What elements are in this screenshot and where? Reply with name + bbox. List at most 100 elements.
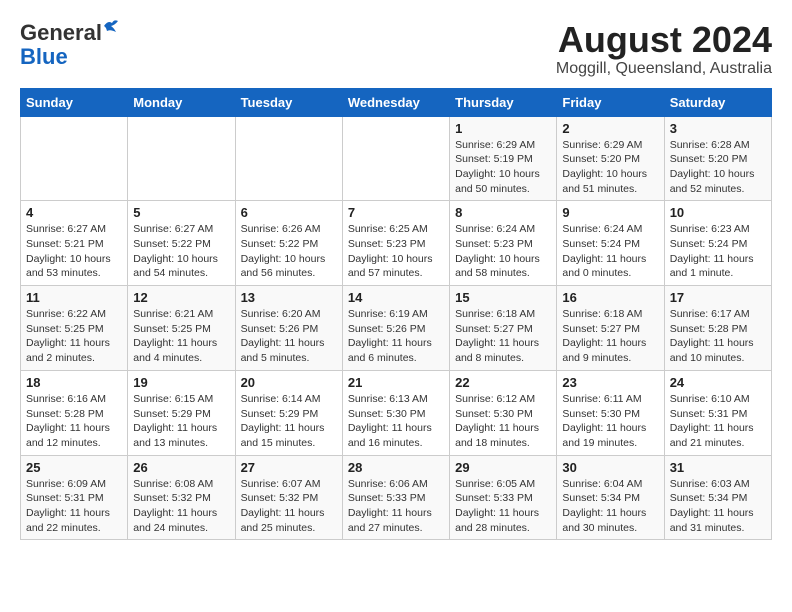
- day-number: 26: [133, 460, 229, 475]
- day-info: Sunrise: 6:10 AMSunset: 5:31 PMDaylight:…: [670, 392, 766, 451]
- day-number: 15: [455, 290, 551, 305]
- day-info: Sunrise: 6:19 AMSunset: 5:26 PMDaylight:…: [348, 307, 444, 366]
- day-info: Sunrise: 6:21 AMSunset: 5:25 PMDaylight:…: [133, 307, 229, 366]
- calendar-header-row: Sunday Monday Tuesday Wednesday Thursday…: [21, 88, 772, 116]
- day-number: 6: [241, 205, 337, 220]
- day-number: 5: [133, 205, 229, 220]
- day-info: Sunrise: 6:14 AMSunset: 5:29 PMDaylight:…: [241, 392, 337, 451]
- day-number: 14: [348, 290, 444, 305]
- table-row: 9Sunrise: 6:24 AMSunset: 5:24 PMDaylight…: [557, 201, 664, 286]
- day-info: Sunrise: 6:25 AMSunset: 5:23 PMDaylight:…: [348, 222, 444, 281]
- day-info: Sunrise: 6:05 AMSunset: 5:33 PMDaylight:…: [455, 477, 551, 536]
- day-info: Sunrise: 6:18 AMSunset: 5:27 PMDaylight:…: [455, 307, 551, 366]
- day-info: Sunrise: 6:15 AMSunset: 5:29 PMDaylight:…: [133, 392, 229, 451]
- location-subtitle: Moggill, Queensland, Australia: [556, 60, 772, 78]
- table-row: 24 Sunrise: 6:10 AMSunset: 5:31 PMDayligh…: [664, 370, 771, 455]
- day-number: 2: [562, 121, 658, 136]
- day-info: Sunrise: 6:11 AMSunset: 5:30 PMDaylight:…: [562, 392, 658, 451]
- table-row: 3 Sunrise: 6:28 AMSunset: 5:20 PMDaylight…: [664, 116, 771, 201]
- day-number: 3: [670, 121, 766, 136]
- day-number: 7: [348, 205, 444, 220]
- day-info: Sunrise: 6:16 AMSunset: 5:28 PMDaylight:…: [26, 392, 122, 451]
- day-number: 19: [133, 375, 229, 390]
- table-row: [128, 116, 235, 201]
- table-row: 6 Sunrise: 6:26 AMSunset: 5:22 PMDaylight…: [235, 201, 342, 286]
- logo-blue: Blue: [20, 44, 68, 70]
- day-number: 8: [455, 205, 551, 220]
- table-row: 1 Sunrise: 6:29 AMSunset: 5:19 PMDaylight…: [450, 116, 557, 201]
- day-number: 21: [348, 375, 444, 390]
- day-info: Sunrise: 6:29 AMSunset: 5:19 PMDaylight:…: [455, 138, 551, 197]
- table-row: 15 Sunrise: 6:18 AMSunset: 5:27 PMDayligh…: [450, 286, 557, 371]
- table-row: 5 Sunrise: 6:27 AMSunset: 5:22 PMDaylight…: [128, 201, 235, 286]
- table-row: 30 Sunrise: 6:04 AMSunset: 5:34 PMDayligh…: [557, 455, 664, 540]
- header-tuesday: Tuesday: [235, 88, 342, 116]
- day-number: 11: [26, 290, 122, 305]
- day-info: Sunrise: 6:18 AMSunset: 5:27 PMDaylight:…: [562, 307, 658, 366]
- day-number: 4: [26, 205, 122, 220]
- day-info: Sunrise: 6:23 AMSunset: 5:24 PMDaylight:…: [670, 222, 766, 281]
- table-row: [342, 116, 449, 201]
- day-info: Sunrise: 6:28 AMSunset: 5:20 PMDaylight:…: [670, 138, 766, 197]
- header-sunday: Sunday: [21, 88, 128, 116]
- day-info: Sunrise: 6:08 AMSunset: 5:32 PMDaylight:…: [133, 477, 229, 536]
- table-row: [21, 116, 128, 201]
- table-row: 19 Sunrise: 6:15 AMSunset: 5:29 PMDayligh…: [128, 370, 235, 455]
- calendar-week-row: 25Sunrise: 6:09 AMSunset: 5:31 PMDayligh…: [21, 455, 772, 540]
- day-number: 30: [562, 460, 658, 475]
- day-info: Sunrise: 6:12 AMSunset: 5:30 PMDaylight:…: [455, 392, 551, 451]
- calendar-week-row: 1 Sunrise: 6:29 AMSunset: 5:19 PMDaylight…: [21, 116, 772, 201]
- day-number: 18: [26, 375, 122, 390]
- table-row: 31 Sunrise: 6:03 AMSunset: 5:34 PMDayligh…: [664, 455, 771, 540]
- day-info: Sunrise: 6:03 AMSunset: 5:34 PMDaylight:…: [670, 477, 766, 536]
- table-row: 28Sunrise: 6:06 AMSunset: 5:33 PMDayligh…: [342, 455, 449, 540]
- table-row: 8 Sunrise: 6:24 AMSunset: 5:23 PMDaylight…: [450, 201, 557, 286]
- day-info: Sunrise: 6:24 AMSunset: 5:23 PMDaylight:…: [455, 222, 551, 281]
- logo-general: General: [20, 20, 102, 45]
- day-info: Sunrise: 6:07 AMSunset: 5:32 PMDaylight:…: [241, 477, 337, 536]
- table-row: 25Sunrise: 6:09 AMSunset: 5:31 PMDayligh…: [21, 455, 128, 540]
- table-row: 22 Sunrise: 6:12 AMSunset: 5:30 PMDayligh…: [450, 370, 557, 455]
- day-number: 23: [562, 375, 658, 390]
- day-number: 25: [26, 460, 122, 475]
- table-row: 4 Sunrise: 6:27 AMSunset: 5:21 PMDaylight…: [21, 201, 128, 286]
- day-number: 12: [133, 290, 229, 305]
- day-number: 1: [455, 121, 551, 136]
- table-row: 27 Sunrise: 6:07 AMSunset: 5:32 PMDayligh…: [235, 455, 342, 540]
- table-row: 21Sunrise: 6:13 AMSunset: 5:30 PMDayligh…: [342, 370, 449, 455]
- calendar-week-row: 11 Sunrise: 6:22 AMSunset: 5:25 PMDayligh…: [21, 286, 772, 371]
- table-row: 12 Sunrise: 6:21 AMSunset: 5:25 PMDayligh…: [128, 286, 235, 371]
- day-info: Sunrise: 6:27 AMSunset: 5:21 PMDaylight:…: [26, 222, 122, 281]
- table-row: 14 Sunrise: 6:19 AMSunset: 5:26 PMDayligh…: [342, 286, 449, 371]
- table-row: 10Sunrise: 6:23 AMSunset: 5:24 PMDayligh…: [664, 201, 771, 286]
- table-row: 2Sunrise: 6:29 AMSunset: 5:20 PMDaylight…: [557, 116, 664, 201]
- table-row: 20Sunrise: 6:14 AMSunset: 5:29 PMDayligh…: [235, 370, 342, 455]
- table-row: 7 Sunrise: 6:25 AMSunset: 5:23 PMDaylight…: [342, 201, 449, 286]
- table-row: 26 Sunrise: 6:08 AMSunset: 5:32 PMDayligh…: [128, 455, 235, 540]
- header-saturday: Saturday: [664, 88, 771, 116]
- logo-bird-icon: [102, 18, 120, 34]
- month-year-title: August 2024: [556, 20, 772, 60]
- day-info: Sunrise: 6:27 AMSunset: 5:22 PMDaylight:…: [133, 222, 229, 281]
- day-number: 24: [670, 375, 766, 390]
- logo[interactable]: General Blue: [20, 20, 102, 70]
- header-monday: Monday: [128, 88, 235, 116]
- day-number: 17: [670, 290, 766, 305]
- page-header: General Blue August 2024 Moggill, Queens…: [20, 20, 772, 78]
- day-number: 13: [241, 290, 337, 305]
- day-number: 27: [241, 460, 337, 475]
- day-number: 31: [670, 460, 766, 475]
- table-row: 16Sunrise: 6:18 AMSunset: 5:27 PMDayligh…: [557, 286, 664, 371]
- calendar-table: Sunday Monday Tuesday Wednesday Thursday…: [20, 88, 772, 541]
- day-info: Sunrise: 6:22 AMSunset: 5:25 PMDaylight:…: [26, 307, 122, 366]
- table-row: 11 Sunrise: 6:22 AMSunset: 5:25 PMDayligh…: [21, 286, 128, 371]
- day-info: Sunrise: 6:04 AMSunset: 5:34 PMDaylight:…: [562, 477, 658, 536]
- day-info: Sunrise: 6:20 AMSunset: 5:26 PMDaylight:…: [241, 307, 337, 366]
- day-info: Sunrise: 6:26 AMSunset: 5:22 PMDaylight:…: [241, 222, 337, 281]
- day-number: 29: [455, 460, 551, 475]
- table-row: 18 Sunrise: 6:16 AMSunset: 5:28 PMDayligh…: [21, 370, 128, 455]
- table-row: 29 Sunrise: 6:05 AMSunset: 5:33 PMDayligh…: [450, 455, 557, 540]
- day-info: Sunrise: 6:06 AMSunset: 5:33 PMDaylight:…: [348, 477, 444, 536]
- table-row: [235, 116, 342, 201]
- day-number: 22: [455, 375, 551, 390]
